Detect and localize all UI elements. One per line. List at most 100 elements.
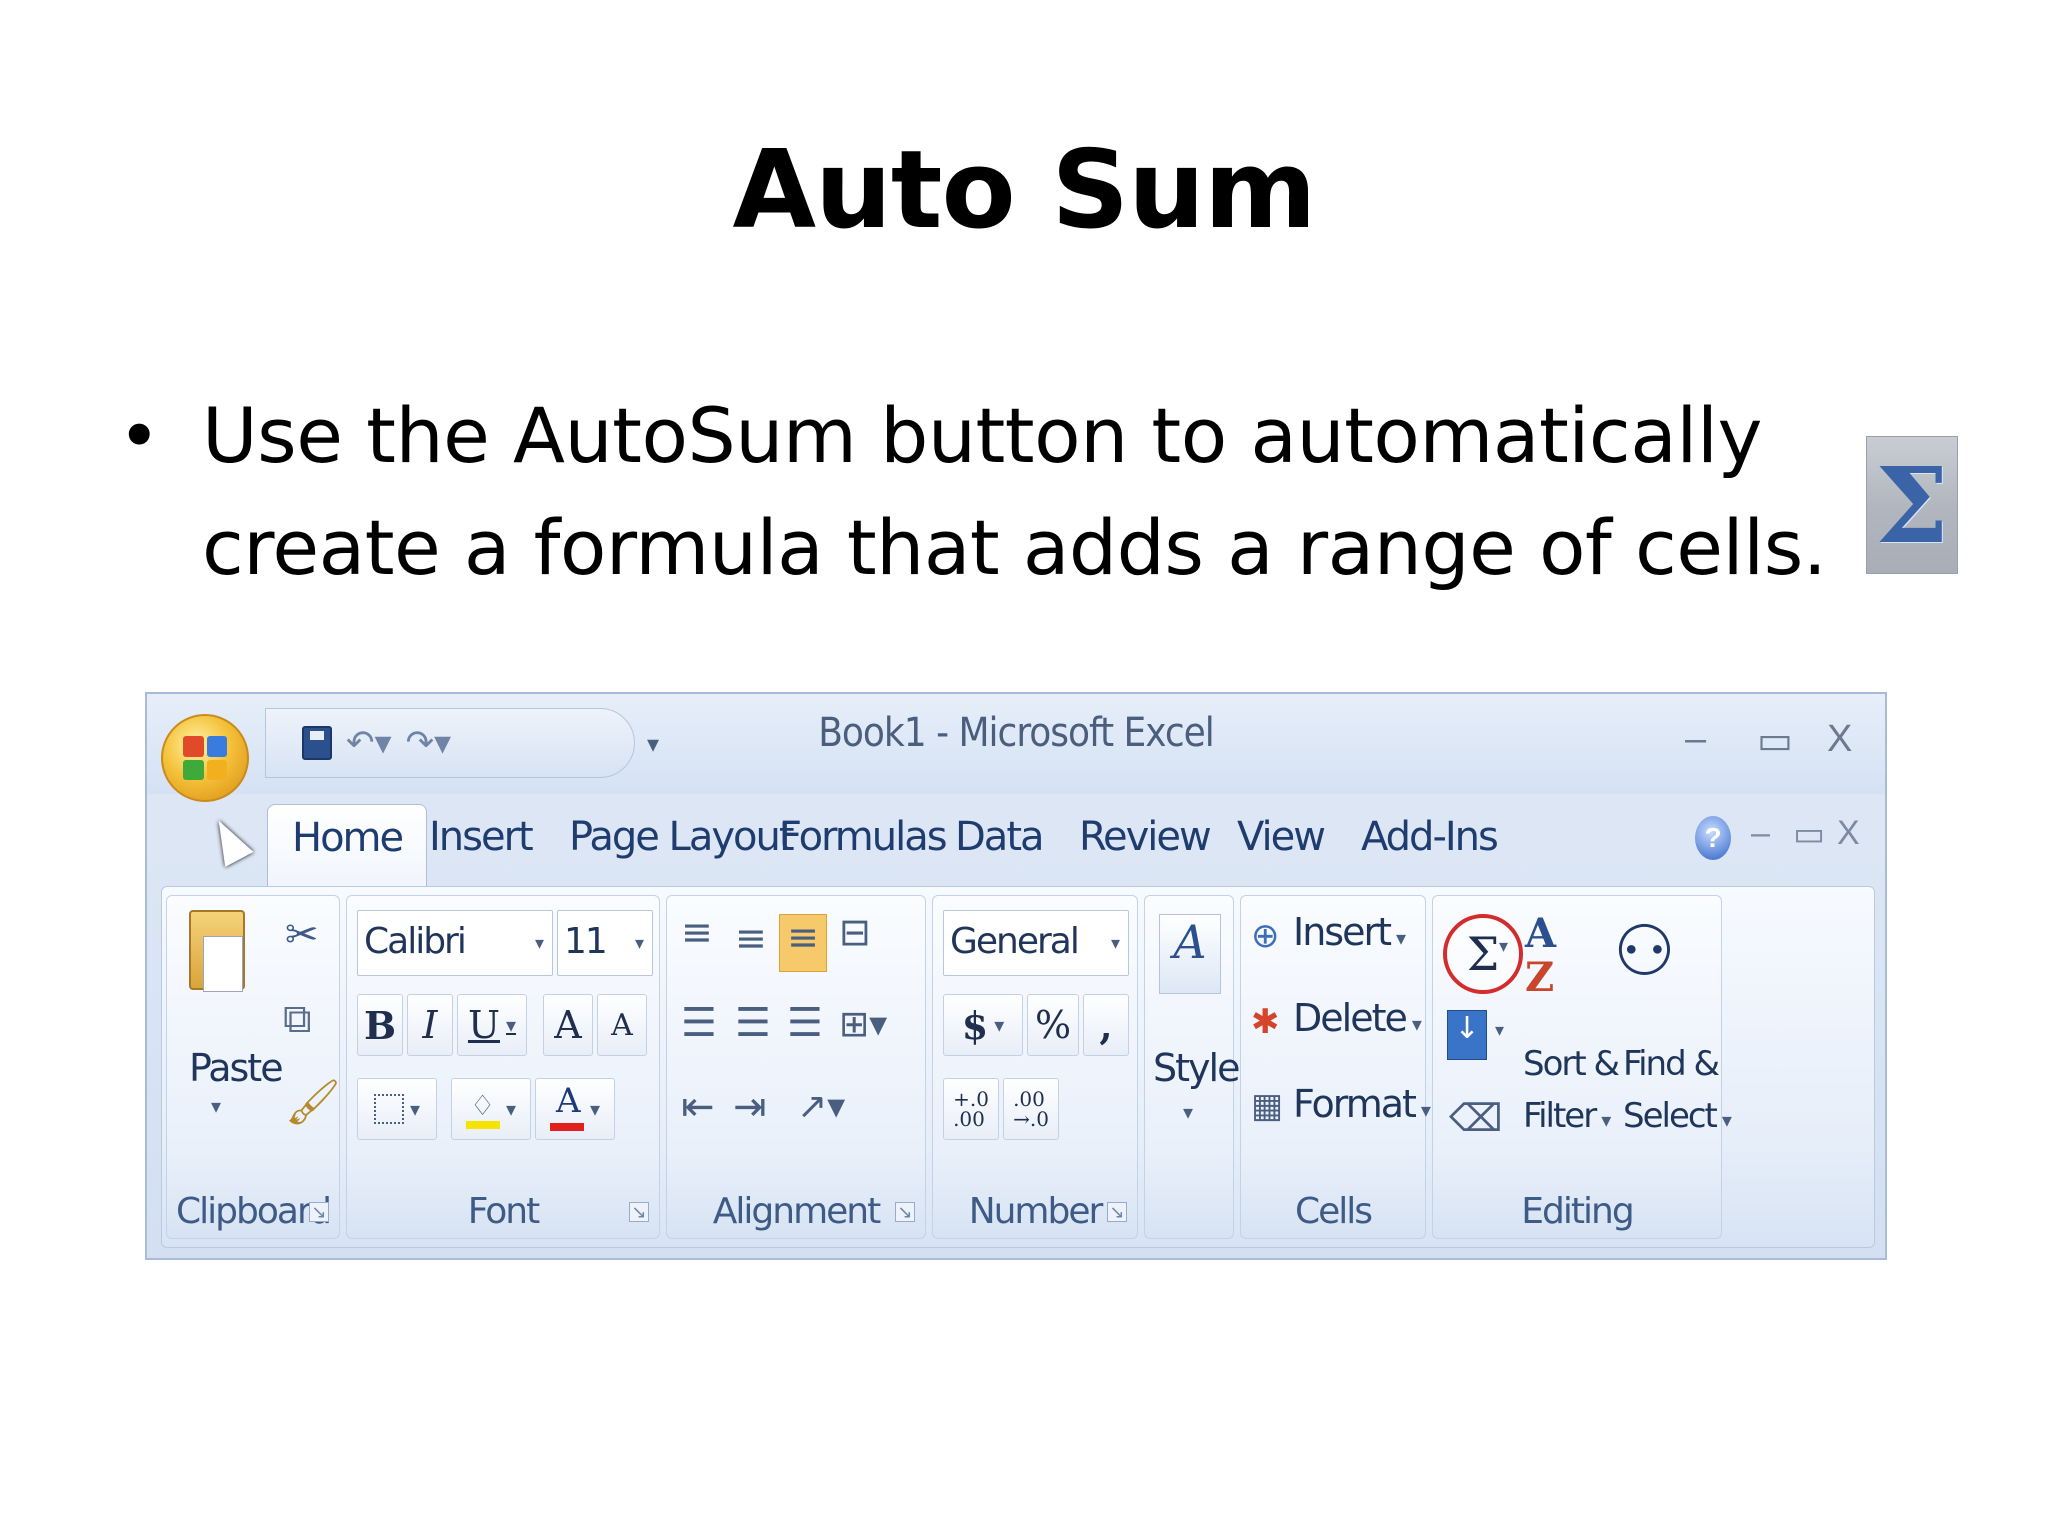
bullet-marker: • bbox=[118, 394, 161, 478]
excel-window: Book1 - Microsoft Excel ↶▾ ↷▾ ▾ – ▭ X Ho… bbox=[145, 692, 1887, 1260]
increase-indent-icon[interactable]: ⇥ bbox=[733, 1084, 767, 1130]
minimize-button[interactable]: – bbox=[1685, 718, 1706, 761]
number-format-select[interactable]: General ▾ bbox=[943, 910, 1129, 976]
tab-insert[interactable]: Insert bbox=[429, 814, 534, 860]
styles-dropdown-icon[interactable]: ▾ bbox=[1183, 1100, 1193, 1124]
group-label-cells: Cells bbox=[1294, 1191, 1373, 1232]
align-left-icon[interactable]: ☰ bbox=[681, 1000, 717, 1046]
close-button[interactable]: X bbox=[1827, 718, 1852, 761]
format-cells-button[interactable]: Format ▾ bbox=[1293, 1082, 1431, 1126]
align-middle-icon[interactable]: ≡ bbox=[735, 916, 767, 960]
align-right-icon[interactable]: ☰ bbox=[787, 1000, 823, 1046]
tab-home[interactable]: Home bbox=[267, 804, 428, 890]
paste-paper-icon bbox=[203, 936, 243, 992]
chevron-down-icon: ▾ bbox=[534, 933, 544, 954]
bold-button[interactable]: B bbox=[357, 994, 403, 1056]
font-launcher-icon[interactable]: ↘ bbox=[629, 1202, 649, 1222]
chevron-down-icon: ▾ bbox=[634, 933, 644, 954]
quick-access-toolbar: ↶▾ ↷▾ bbox=[265, 708, 635, 778]
styles-icon[interactable]: A bbox=[1159, 914, 1221, 994]
currency-button[interactable]: $ ▾ bbox=[943, 994, 1023, 1056]
autosum-button[interactable]: Σ bbox=[1443, 914, 1523, 994]
group-label-alignment: Alignment bbox=[712, 1191, 881, 1232]
tab-page-layout[interactable]: Page Layout bbox=[569, 814, 795, 860]
group-styles: A Styles ▾ bbox=[1144, 895, 1258, 1239]
font-size-select[interactable]: 11 ▾ bbox=[557, 910, 653, 976]
title-bar: Book1 - Microsoft Excel ↶▾ ↷▾ ▾ – ▭ X bbox=[147, 694, 1885, 794]
decrease-indent-icon[interactable]: ⇤ bbox=[681, 1084, 715, 1130]
format-painter-icon[interactable]: 🖌 bbox=[285, 1076, 341, 1128]
restore-button[interactable]: ▭ bbox=[1757, 718, 1793, 763]
insert-cells-icon: ⊕ bbox=[1251, 916, 1280, 956]
redo-icon[interactable]: ↷▾ bbox=[406, 723, 452, 763]
slide-title: Auto Sum bbox=[732, 128, 1316, 253]
paste-button[interactable]: Paste bbox=[189, 1046, 284, 1090]
sort-filter-icon: AZ bbox=[1525, 910, 1557, 1001]
delete-cells-button[interactable]: Delete ▾ bbox=[1293, 996, 1422, 1040]
help-icon[interactable]: ? bbox=[1695, 816, 1731, 860]
ribbon: Paste ▾ ✂ ⧉ 🖌 Clipboard ↘ Calibri ▾ 11 ▾… bbox=[161, 886, 1875, 1248]
borders-button[interactable]: ▾ bbox=[357, 1078, 437, 1140]
sort-label[interactable]: Sort & bbox=[1523, 1044, 1620, 1084]
underline-button[interactable]: U ▾ bbox=[457, 994, 527, 1056]
fill-icon[interactable]: ↓ bbox=[1447, 1010, 1487, 1060]
number-launcher-icon[interactable]: ↘ bbox=[1107, 1202, 1127, 1222]
orientation-icon[interactable]: ↗▾ bbox=[797, 1086, 845, 1127]
fill-dropdown-icon[interactable]: ▾ bbox=[1495, 1020, 1504, 1041]
increase-decimal-icon[interactable]: +.0.00 bbox=[943, 1078, 999, 1140]
group-number: General ▾ $ ▾ % , +.0.00 .00 →.0 Number ↘ bbox=[932, 895, 1138, 1239]
paste-dropdown-icon[interactable]: ▾ bbox=[211, 1094, 221, 1118]
alignment-launcher-icon[interactable]: ↘ bbox=[895, 1202, 915, 1222]
grow-font-button[interactable]: A bbox=[543, 994, 593, 1056]
tab-formulas[interactable]: Formulas bbox=[779, 814, 948, 860]
group-label-editing: Editing bbox=[1521, 1191, 1634, 1232]
chevron-down-icon: ▾ bbox=[1110, 933, 1120, 954]
borders-icon bbox=[373, 1094, 404, 1124]
font-color-button[interactable]: A ▾ bbox=[535, 1078, 615, 1140]
tab-data[interactable]: Data bbox=[955, 814, 1045, 860]
group-label-font: Font bbox=[467, 1191, 540, 1232]
copy-icon[interactable]: ⧉ bbox=[283, 996, 312, 1042]
wrap-text-icon[interactable]: ⊟ bbox=[839, 910, 871, 954]
tab-view[interactable]: View bbox=[1237, 814, 1326, 860]
find-select-button[interactable]: Select ▾ bbox=[1623, 1096, 1732, 1136]
shrink-font-button[interactable]: A bbox=[597, 994, 647, 1056]
decrease-decimal-icon[interactable]: .00 →.0 bbox=[1003, 1078, 1059, 1140]
font-name-select[interactable]: Calibri ▾ bbox=[357, 910, 553, 976]
format-cells-icon: ▦ bbox=[1251, 1086, 1284, 1126]
binoculars-icon: ⚇ bbox=[1613, 910, 1676, 992]
bullet-text: Use the AutoSum button to automatically … bbox=[202, 391, 1827, 592]
clipboard-launcher-icon[interactable]: ↘ bbox=[309, 1202, 329, 1222]
align-center-icon[interactable]: ☰ bbox=[735, 1000, 771, 1046]
merge-center-icon[interactable]: ⊞▾ bbox=[839, 1004, 887, 1045]
doc-close-button[interactable]: X bbox=[1837, 814, 1860, 853]
undo-icon[interactable]: ↶▾ bbox=[346, 723, 392, 763]
comma-button[interactable]: , bbox=[1083, 994, 1129, 1056]
autosum-dropdown-icon[interactable]: ▾ bbox=[1499, 936, 1508, 957]
tab-review[interactable]: Review bbox=[1079, 814, 1212, 860]
group-font: Calibri ▾ 11 ▾ B I U ▾ A A ▾ ♢ ▾ A ▾ Fon… bbox=[346, 895, 660, 1239]
align-bottom-icon[interactable]: ≡ bbox=[779, 914, 827, 972]
doc-restore-button[interactable]: ▭ bbox=[1793, 814, 1825, 854]
fill-color-button[interactable]: ♢ ▾ bbox=[451, 1078, 531, 1140]
sigma-icon: Σ bbox=[1866, 436, 1958, 574]
find-label[interactable]: Find & bbox=[1623, 1044, 1720, 1084]
group-alignment: ≡ ≡ ≡ ⊟ ☰ ☰ ☰ ⊞▾ ⇤ ⇥ ↗▾ Alignment ↘ bbox=[666, 895, 926, 1239]
delete-cells-icon: ✱ bbox=[1251, 1002, 1280, 1042]
ribbon-tabs: Home Insert Page Layout Formulas Data Re… bbox=[147, 794, 1885, 890]
cut-icon[interactable]: ✂ bbox=[285, 912, 319, 958]
percent-button[interactable]: % bbox=[1027, 994, 1079, 1056]
office-button[interactable] bbox=[161, 714, 249, 802]
customize-toolbar-icon[interactable]: ▾ bbox=[647, 730, 659, 759]
group-clipboard: Paste ▾ ✂ ⧉ 🖌 Clipboard ↘ bbox=[166, 895, 341, 1239]
sort-filter-button[interactable]: Filter ▾ bbox=[1523, 1096, 1611, 1136]
italic-button[interactable]: I bbox=[407, 994, 453, 1056]
save-icon[interactable] bbox=[302, 726, 332, 760]
tab-add-ins[interactable]: Add-Ins bbox=[1361, 814, 1499, 860]
office-logo-icon bbox=[183, 736, 227, 780]
clear-icon[interactable]: ⌫ bbox=[1449, 1096, 1503, 1140]
insert-cells-button[interactable]: Insert ▾ bbox=[1293, 910, 1406, 954]
align-top-icon[interactable]: ≡ bbox=[681, 910, 713, 954]
doc-minimize-button[interactable]: – bbox=[1751, 814, 1770, 853]
font-color-icon: A bbox=[549, 1081, 584, 1131]
